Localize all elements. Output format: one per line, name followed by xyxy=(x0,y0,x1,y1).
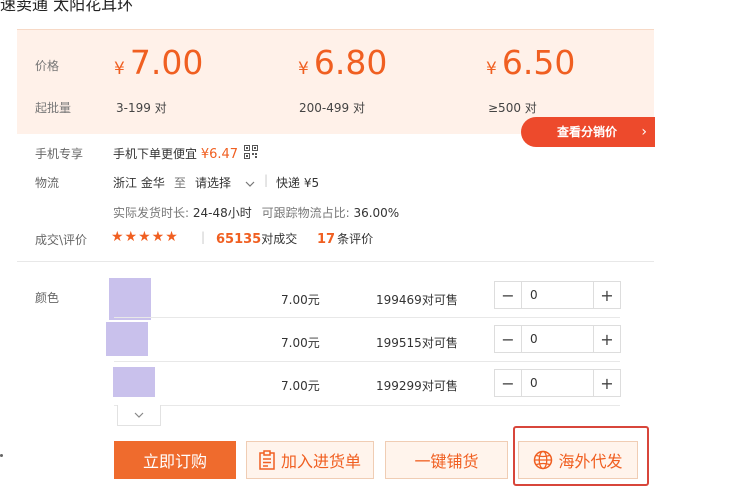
logistics-to: 至 xyxy=(174,176,187,190)
tier-quantity: 200-499 对 xyxy=(299,101,365,115)
currency-symbol: ¥ xyxy=(114,59,125,79)
star-rating: ★★★★★ xyxy=(111,229,179,245)
variant-price: 7.00元 xyxy=(281,379,320,393)
tier-price: 7.00 xyxy=(129,43,204,82)
quantity-input[interactable]: 0 xyxy=(521,326,594,352)
deals-suffix: 对成交 xyxy=(261,232,298,246)
quantity-input[interactable]: 0 xyxy=(521,370,594,396)
express-fee: 快递 ¥5 xyxy=(276,176,320,190)
view-distribution-price-button[interactable]: 查看分销价 › xyxy=(521,117,655,147)
qr-code-icon[interactable] xyxy=(244,145,258,159)
variant-stock: 199469对可售 xyxy=(376,291,458,308)
color-label: 颜色 xyxy=(35,291,60,305)
expand-variants-button[interactable] xyxy=(117,405,161,426)
logistics-origin: 浙江 金华 xyxy=(113,176,165,190)
row-divider xyxy=(114,361,620,362)
tier-quantity: ≥500 对 xyxy=(488,101,537,115)
destination-select-value: 请选择 xyxy=(195,176,232,190)
review-suffix: 条评价 xyxy=(337,232,374,246)
stock-suffix: 对可售 xyxy=(421,336,458,350)
stock-suffix: 对可售 xyxy=(421,379,458,393)
currency-symbol: ¥ xyxy=(486,59,497,79)
variant-thumbnail[interactable] xyxy=(106,322,148,356)
deals-count: 65135 xyxy=(216,232,262,247)
price-label: 价格 xyxy=(35,59,60,73)
mobile-row: 手机下单更便宜 ¥6.47 xyxy=(113,145,238,162)
variant-thumbnail[interactable] xyxy=(113,367,155,397)
buy-now-label: 立即订购 xyxy=(142,452,207,471)
overseas-dropship-button[interactable]: 海外代发 xyxy=(518,441,638,479)
add-to-cart-label: 加入进货单 xyxy=(280,452,361,471)
trackable-rate: 36.00% xyxy=(353,206,400,220)
decrement-button[interactable]: − xyxy=(495,326,521,352)
quantity-stepper: − 0 + xyxy=(494,325,621,353)
tier-quantity: 3-199 对 xyxy=(116,101,167,115)
section-divider xyxy=(17,261,654,262)
quantity-stepper: − 0 + xyxy=(494,369,621,397)
destination-select[interactable]: 请选择 xyxy=(195,174,255,191)
ship-time: 24-48小时 xyxy=(192,206,252,220)
deals-link[interactable]: 65135对成交 xyxy=(216,230,297,247)
stray-dot xyxy=(0,454,3,457)
one-click-list-label: 一键铺货 xyxy=(414,452,479,471)
add-to-cart-button[interactable]: 加入进货单 xyxy=(246,441,374,479)
variant-thumbnail[interactable] xyxy=(109,278,151,320)
tier-price: 6.80 xyxy=(313,43,388,82)
increment-button[interactable]: + xyxy=(594,282,620,308)
globe-icon xyxy=(534,450,553,470)
shipping-stats: 实际发货时长: 24-48小时 可跟踪物流占比: 36.00% xyxy=(113,204,399,221)
chevron-down-icon xyxy=(134,412,144,418)
moq-label: 起批量 xyxy=(35,101,72,115)
tier-price: 6.50 xyxy=(501,43,576,82)
row-divider xyxy=(114,317,620,318)
reviews-label: 成交\评价 xyxy=(35,233,88,247)
price-tier-3: ¥ 6.50 xyxy=(486,43,575,82)
stock-count: 199515 xyxy=(376,336,422,350)
row-divider xyxy=(114,405,620,406)
mobile-label: 手机专享 xyxy=(35,147,84,161)
logistics-separator: | xyxy=(264,173,269,187)
reviews-link[interactable]: 17 条评价 xyxy=(317,230,373,247)
logistics-label: 物流 xyxy=(35,176,60,190)
product-title: 速卖通 太阳花耳环 xyxy=(0,0,134,14)
increment-button[interactable]: + xyxy=(594,370,620,396)
mobile-price: ¥6.47 xyxy=(200,147,239,162)
trackable-label: 可跟踪物流占比: xyxy=(261,206,350,220)
chevron-right-icon: › xyxy=(641,124,647,140)
buy-now-button[interactable]: 立即订购 xyxy=(114,441,236,479)
reviews-separator: | xyxy=(201,230,206,244)
mobile-text: 手机下单更便宜 xyxy=(113,147,198,161)
stock-suffix: 对可售 xyxy=(421,293,458,307)
variant-price: 7.00元 xyxy=(281,336,320,350)
quantity-input[interactable]: 0 xyxy=(521,282,594,308)
clipboard-icon xyxy=(259,450,275,470)
variant-price: 7.00元 xyxy=(281,293,320,307)
ship-time-label: 实际发货时长: xyxy=(113,206,190,220)
variant-stock: 199515对可售 xyxy=(376,334,458,351)
variant-stock: 199299对可售 xyxy=(376,377,458,394)
decrement-button[interactable]: − xyxy=(495,282,521,308)
one-click-list-button[interactable]: 一键铺货 xyxy=(385,441,508,479)
quantity-stepper: − 0 + xyxy=(494,281,621,309)
stock-count: 199469 xyxy=(376,293,422,307)
decrement-button[interactable]: − xyxy=(495,370,521,396)
review-count: 17 xyxy=(317,232,336,247)
overseas-dropship-label: 海外代发 xyxy=(558,452,623,471)
stock-count: 199299 xyxy=(376,379,422,393)
price-tier-1: ¥ 7.00 xyxy=(114,43,203,82)
increment-button[interactable]: + xyxy=(594,326,620,352)
currency-symbol: ¥ xyxy=(298,59,309,79)
chevron-down-icon xyxy=(245,181,255,187)
price-tier-2: ¥ 6.80 xyxy=(298,43,387,82)
